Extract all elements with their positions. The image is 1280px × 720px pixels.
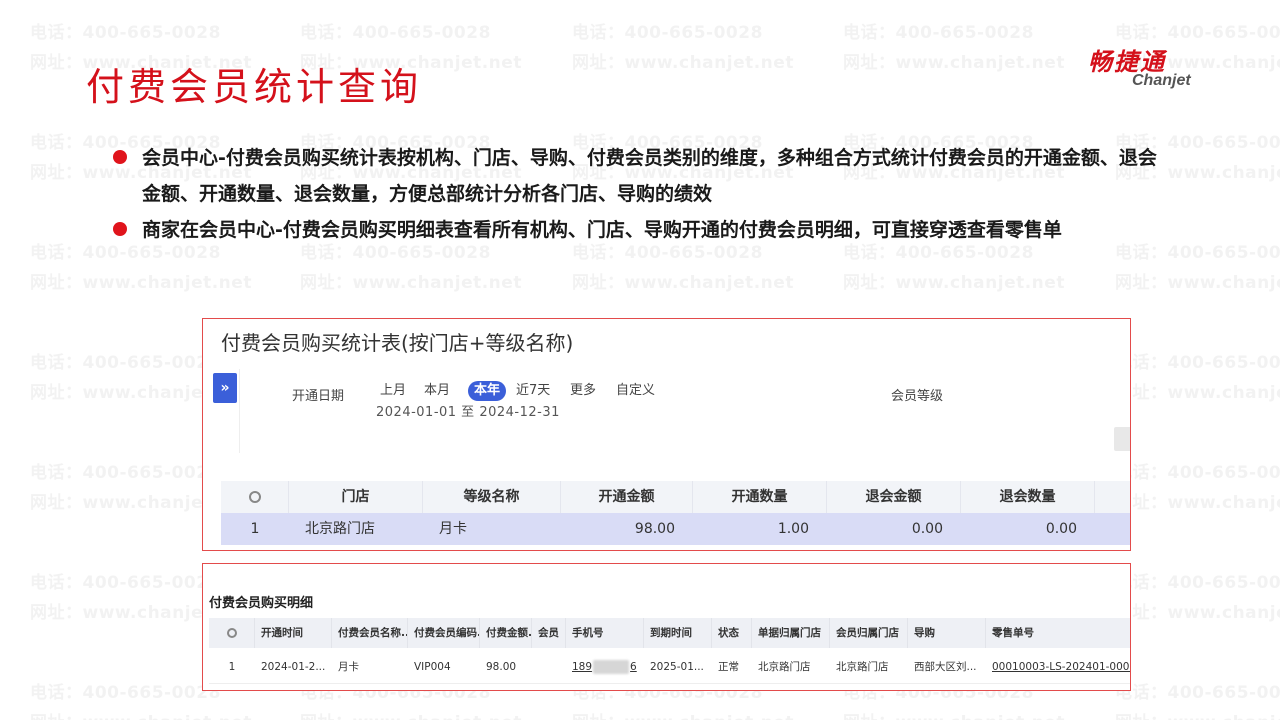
report-title: 付费会员购买明细	[209, 596, 314, 611]
bullet-dot-icon	[113, 222, 127, 236]
watermark-site: 网址：www.chanjet.net	[1115, 708, 1280, 720]
expire-cell: 2025-01...	[650, 661, 704, 673]
purchase-detail-report: 付费会员购买明细 开通时间 付费会员名称... 付费会员编码... 付费金额..…	[202, 563, 1131, 691]
logo-english-text: Chanjet	[1132, 72, 1191, 89]
doc-store-cell: 北京路门店	[758, 661, 811, 673]
table-header: 开通时间 付费会员名称... 付费会员编码... 付费金额... 会员 手机号 …	[209, 618, 1130, 648]
watermark-phone: 电话：400-665-0028	[1115, 353, 1280, 373]
watermark-phone: 电话：400-665-0028	[572, 23, 763, 43]
watermark-phone: 电话：400-665-0028	[843, 23, 1034, 43]
filter-area: 开通日期 上月 本月 本年 近7天 更多 自定义 2024-01-01 至 20…	[239, 369, 1130, 453]
status-cell: 正常	[718, 661, 739, 673]
column-header[interactable]: 零售单号	[986, 618, 1130, 648]
date-range-text: 2024-01-01 至 2024-12-31	[376, 405, 560, 420]
column-header[interactable]: 等级名称	[423, 481, 561, 513]
watermark-phone: 电话：400-665-0028	[30, 353, 221, 373]
watermark-site: 网址：www.chanjet.net	[1115, 273, 1280, 293]
report-title: 付费会员购买统计表(按门店+等级名称)	[221, 331, 574, 355]
phone-link[interactable]: 189 6	[566, 650, 644, 684]
row-index: 1	[250, 521, 260, 537]
watermark-site: 网址：www.chanjet.net	[30, 273, 252, 293]
purchase-statistics-report: 付费会员购买统计表(按门店+等级名称) » 开通日期 上月 本月 本年 近7天 …	[202, 318, 1131, 551]
bullet-text: 会员中心-付费会员购买统计表按机构、门店、导购、付费会员类别的维度，多种组合方式…	[142, 147, 1157, 205]
member-cell	[532, 650, 566, 684]
quick-this-year[interactable]: 本年	[468, 381, 507, 401]
phone-mask	[593, 660, 630, 674]
quick-last-month[interactable]: 上月	[380, 381, 406, 401]
table-header: 门店 等级名称 开通金额 开通数量 退会金额 退会数量	[221, 481, 1130, 513]
table-row[interactable]: 1 2024-01-2... 月卡 VIP004 98.00 189 6 2025…	[209, 650, 1130, 684]
open-count-cell: 1.00	[777, 521, 809, 537]
slide-title: 付费会员统计查询	[86, 65, 423, 109]
bullet-item: 会员中心-付费会员购买统计表按机构、门店、导购、付费会员类别的维度，多种组合方式…	[110, 140, 1170, 212]
column-header[interactable]: 门店	[289, 481, 423, 513]
column-header[interactable]: 退会数量	[961, 481, 1095, 513]
watermark-site: 网址：www.chanjet.net	[1115, 493, 1280, 513]
watermark-phone: 电话：400-665-0028	[30, 683, 221, 703]
column-header[interactable]: 付费会员编码...	[408, 618, 480, 648]
watermark-site: 网址：www.chanjet.net	[572, 708, 794, 720]
column-settings-icon[interactable]	[221, 481, 289, 513]
column-header[interactable]: 开通金额	[561, 481, 693, 513]
column-header[interactable]: 开通数量	[693, 481, 827, 513]
watermark-site: 网址：www.chanjet.net	[843, 273, 1065, 293]
quick-this-month[interactable]: 本月	[424, 381, 450, 401]
member-store-cell: 北京路门店	[836, 661, 889, 673]
watermark-phone: 电话：400-665-0028	[1115, 463, 1280, 483]
watermark-site: 网址：www.chanjet.net	[843, 53, 1065, 73]
open-date-label: 开通日期	[292, 389, 345, 404]
open-time-cell: 2024-01-2...	[261, 661, 326, 673]
watermark-phone: 电话：400-665-0028	[30, 573, 221, 593]
watermark-site: 网址：www.chanjet.net	[843, 708, 1065, 720]
quick-more[interactable]: 更多	[570, 381, 596, 401]
column-header[interactable]: 付费金额...	[480, 618, 532, 648]
watermark-site: 网址：www.chanjet.net	[572, 53, 794, 73]
retail-order-link[interactable]: 00010003-LS-202401-0001	[986, 650, 1130, 684]
quick-last-7-days[interactable]: 近7天	[516, 381, 550, 401]
guide-cell: 西部大区刘...	[914, 661, 977, 673]
bullet-list: 会员中心-付费会员购买统计表按机构、门店、导购、付费会员类别的维度，多种组合方式…	[110, 140, 1170, 248]
column-settings-icon[interactable]	[209, 618, 255, 648]
watermark-phone: 电话：400-665-0028	[300, 23, 491, 43]
quick-custom[interactable]: 自定义	[616, 381, 655, 401]
column-header[interactable]: 单据归属门店	[752, 618, 830, 648]
open-amount-cell: 98.00	[634, 521, 675, 537]
column-header[interactable]: 会员归属门店	[830, 618, 908, 648]
watermark-site: 网址：www.chanjet.net	[300, 708, 522, 720]
column-header[interactable]: 开通时间	[255, 618, 332, 648]
watermark-phone: 电话：400-665-0028	[30, 463, 221, 483]
bullet-dot-icon	[113, 150, 127, 164]
chanjet-logo: 畅捷通 Chanjet	[1088, 42, 1220, 94]
member-name-cell: 月卡	[338, 661, 359, 673]
watermark-site: 网址：www.chanjet.net	[300, 273, 522, 293]
watermark-site: 网址：www.chanjet.net	[30, 708, 252, 720]
level-cell: 月卡	[439, 521, 467, 537]
watermark-phone: 电话：400-665-0028	[30, 23, 221, 43]
bullet-text: 商家在会员中心-付费会员购买明细表查看所有机构、门店、导购开通的付费会员明细，可…	[142, 219, 1062, 241]
watermark-site: 网址：www.chanjet.net	[1115, 383, 1280, 403]
store-cell: 北京路门店	[305, 521, 375, 537]
expand-filter-button[interactable]: »	[213, 373, 237, 403]
column-header[interactable]: 状态	[712, 618, 752, 648]
column-header[interactable]: 导购	[908, 618, 986, 648]
amount-cell: 98.00	[486, 661, 517, 673]
column-header[interactable]: 付费会员名称...	[332, 618, 408, 648]
watermark-phone: 电话：400-665-0028	[1115, 683, 1280, 703]
watermark-phone: 电话：400-665-0028	[1115, 573, 1280, 593]
watermark-site: 网址：www.chanjet.net	[1115, 603, 1280, 623]
column-header[interactable]: 到期时间	[644, 618, 712, 648]
table-row[interactable]: 1 北京路门店 月卡 98.00 1.00 0.00 0.00	[221, 513, 1130, 545]
watermark-site: 网址：www.chanjet.net	[572, 273, 794, 293]
refund-count-cell: 0.00	[1045, 521, 1077, 537]
row-index: 1	[228, 661, 236, 673]
scroll-handle[interactable]	[1114, 427, 1130, 451]
member-code-cell: VIP004	[414, 661, 451, 673]
watermark-phone: 电话：400-665-0028	[1115, 23, 1280, 43]
column-header[interactable]: 退会金额	[827, 481, 961, 513]
column-header[interactable]: 会员	[532, 618, 566, 648]
bullet-item: 商家在会员中心-付费会员购买明细表查看所有机构、门店、导购开通的付费会员明细，可…	[110, 212, 1170, 248]
column-header[interactable]: 手机号	[566, 618, 644, 648]
refund-amount-cell: 0.00	[911, 521, 943, 537]
member-level-label: 会员等级	[891, 389, 944, 404]
